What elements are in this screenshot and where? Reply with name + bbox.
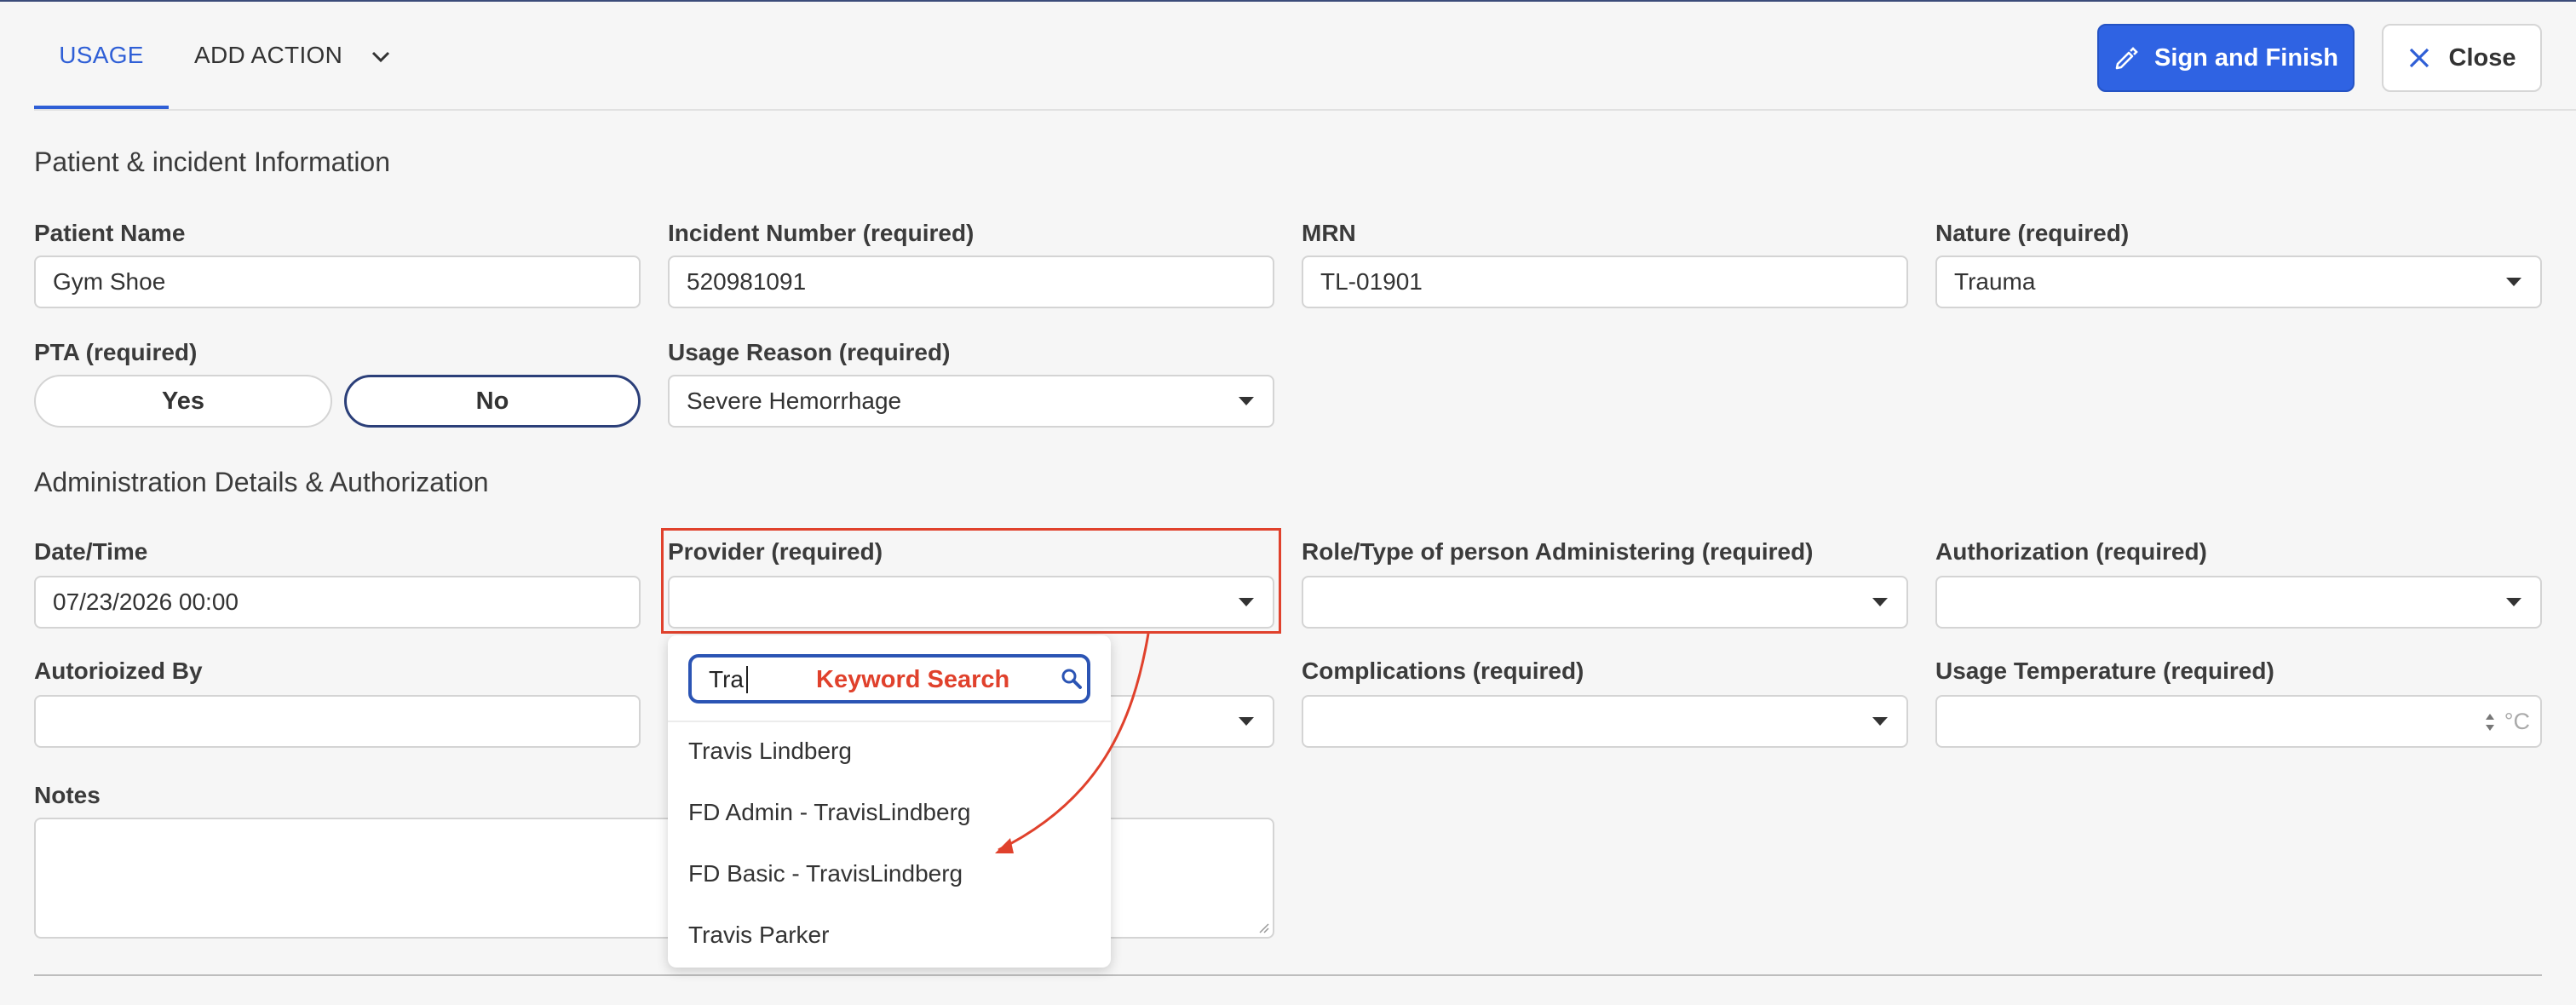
tab-add-action[interactable]: ADD ACTION — [194, 2, 342, 109]
section-title-patient: Patient & incident Information — [34, 146, 391, 177]
sign-and-finish-button[interactable]: Sign and Finish — [2097, 24, 2355, 92]
patient-name-value: Gym Shoe — [53, 268, 166, 295]
section-title-admin: Administration Details & Authorization — [34, 467, 489, 497]
dropdown-caret-icon — [1872, 717, 1888, 726]
number-spinner-icon[interactable] — [2484, 710, 2496, 734]
datetime-value: 07/23/2026 00:00 — [53, 589, 239, 615]
keyword-search-annotation: Keyword Search — [816, 666, 1010, 693]
dropdown-caret-icon — [1872, 598, 1888, 606]
annotation-arrow — [995, 633, 1150, 853]
complications-select[interactable] — [1302, 695, 1908, 748]
incident-number-label: Incident Number (required) — [668, 220, 975, 246]
header-divider — [34, 109, 2576, 111]
complications-label: Complications (required) — [1302, 658, 1584, 684]
signature-pen-icon — [2115, 47, 2138, 70]
sign-and-finish-label: Sign and Finish — [2154, 43, 2338, 72]
header-bar: USAGE ADD ACTION Sign and Finish Close — [0, 2, 2576, 109]
close-button[interactable]: Close — [2382, 24, 2542, 92]
datetime-label: Date/Time — [34, 538, 148, 565]
nature-select[interactable]: Trauma — [1935, 256, 2542, 308]
role-type-select[interactable] — [1302, 576, 1908, 629]
nature-value: Trauma — [1954, 268, 2036, 295]
role-type-label: Role/Type of person Administering (requi… — [1302, 538, 1814, 565]
notes-label: Notes — [34, 782, 101, 808]
close-label: Close — [2448, 43, 2516, 72]
patient-name-label: Patient Name — [34, 220, 186, 246]
dropdown-caret-icon — [2506, 278, 2521, 286]
usage-reason-label: Usage Reason (required) — [668, 339, 951, 365]
incident-number-value: 520981091 — [687, 268, 807, 295]
resize-handle-icon[interactable] — [1257, 922, 1269, 933]
usage-temperature-field[interactable]: °C — [1935, 695, 2542, 748]
datetime-field[interactable]: 07/23/2026 00:00 — [34, 576, 641, 629]
dropdown-caret-icon — [1239, 397, 1254, 405]
patient-name-field[interactable]: Gym Shoe — [34, 256, 641, 308]
tab-usage[interactable]: USAGE — [34, 2, 169, 109]
authorized-by-label: Autorioized By — [34, 658, 203, 684]
incident-number-field[interactable]: 520981091 — [668, 256, 1274, 308]
nature-label: Nature (required) — [1935, 220, 2130, 246]
text-cursor — [746, 666, 748, 693]
mrn-field[interactable]: TL-01901 — [1302, 256, 1908, 308]
mrn-label: MRN — [1302, 220, 1356, 246]
dropdown-caret-icon — [2506, 598, 2521, 606]
close-icon — [2409, 48, 2429, 68]
usage-reason-value: Severe Hemorrhage — [687, 388, 902, 414]
authorization-label: Authorization (required) — [1935, 538, 2207, 565]
pta-label: PTA (required) — [34, 339, 198, 365]
annotation-highlight-box — [661, 528, 1281, 634]
pta-no-button[interactable]: No — [344, 375, 641, 428]
bottom-divider — [34, 974, 2542, 976]
provider-option[interactable]: FD Admin - TravisLindberg — [688, 799, 970, 826]
usage-temperature-label: Usage Temperature (required) — [1935, 658, 2274, 684]
chevron-down-icon[interactable] — [368, 44, 394, 70]
authorized-by-field[interactable] — [34, 695, 641, 748]
temperature-unit: °C — [2504, 709, 2530, 734]
usage-reason-select[interactable]: Severe Hemorrhage — [668, 375, 1274, 428]
authorization-select[interactable] — [1935, 576, 2542, 629]
provider-search-value: Tra — [709, 666, 744, 692]
pta-yes-button[interactable]: Yes — [34, 375, 332, 428]
mrn-value: TL-01901 — [1320, 268, 1423, 295]
provider-option[interactable]: FD Basic - TravisLindberg — [688, 860, 963, 887]
provider-option[interactable]: Travis Lindberg — [688, 738, 852, 765]
provider-option[interactable]: Travis Parker — [688, 922, 829, 949]
dropdown-caret-icon — [1239, 717, 1254, 726]
